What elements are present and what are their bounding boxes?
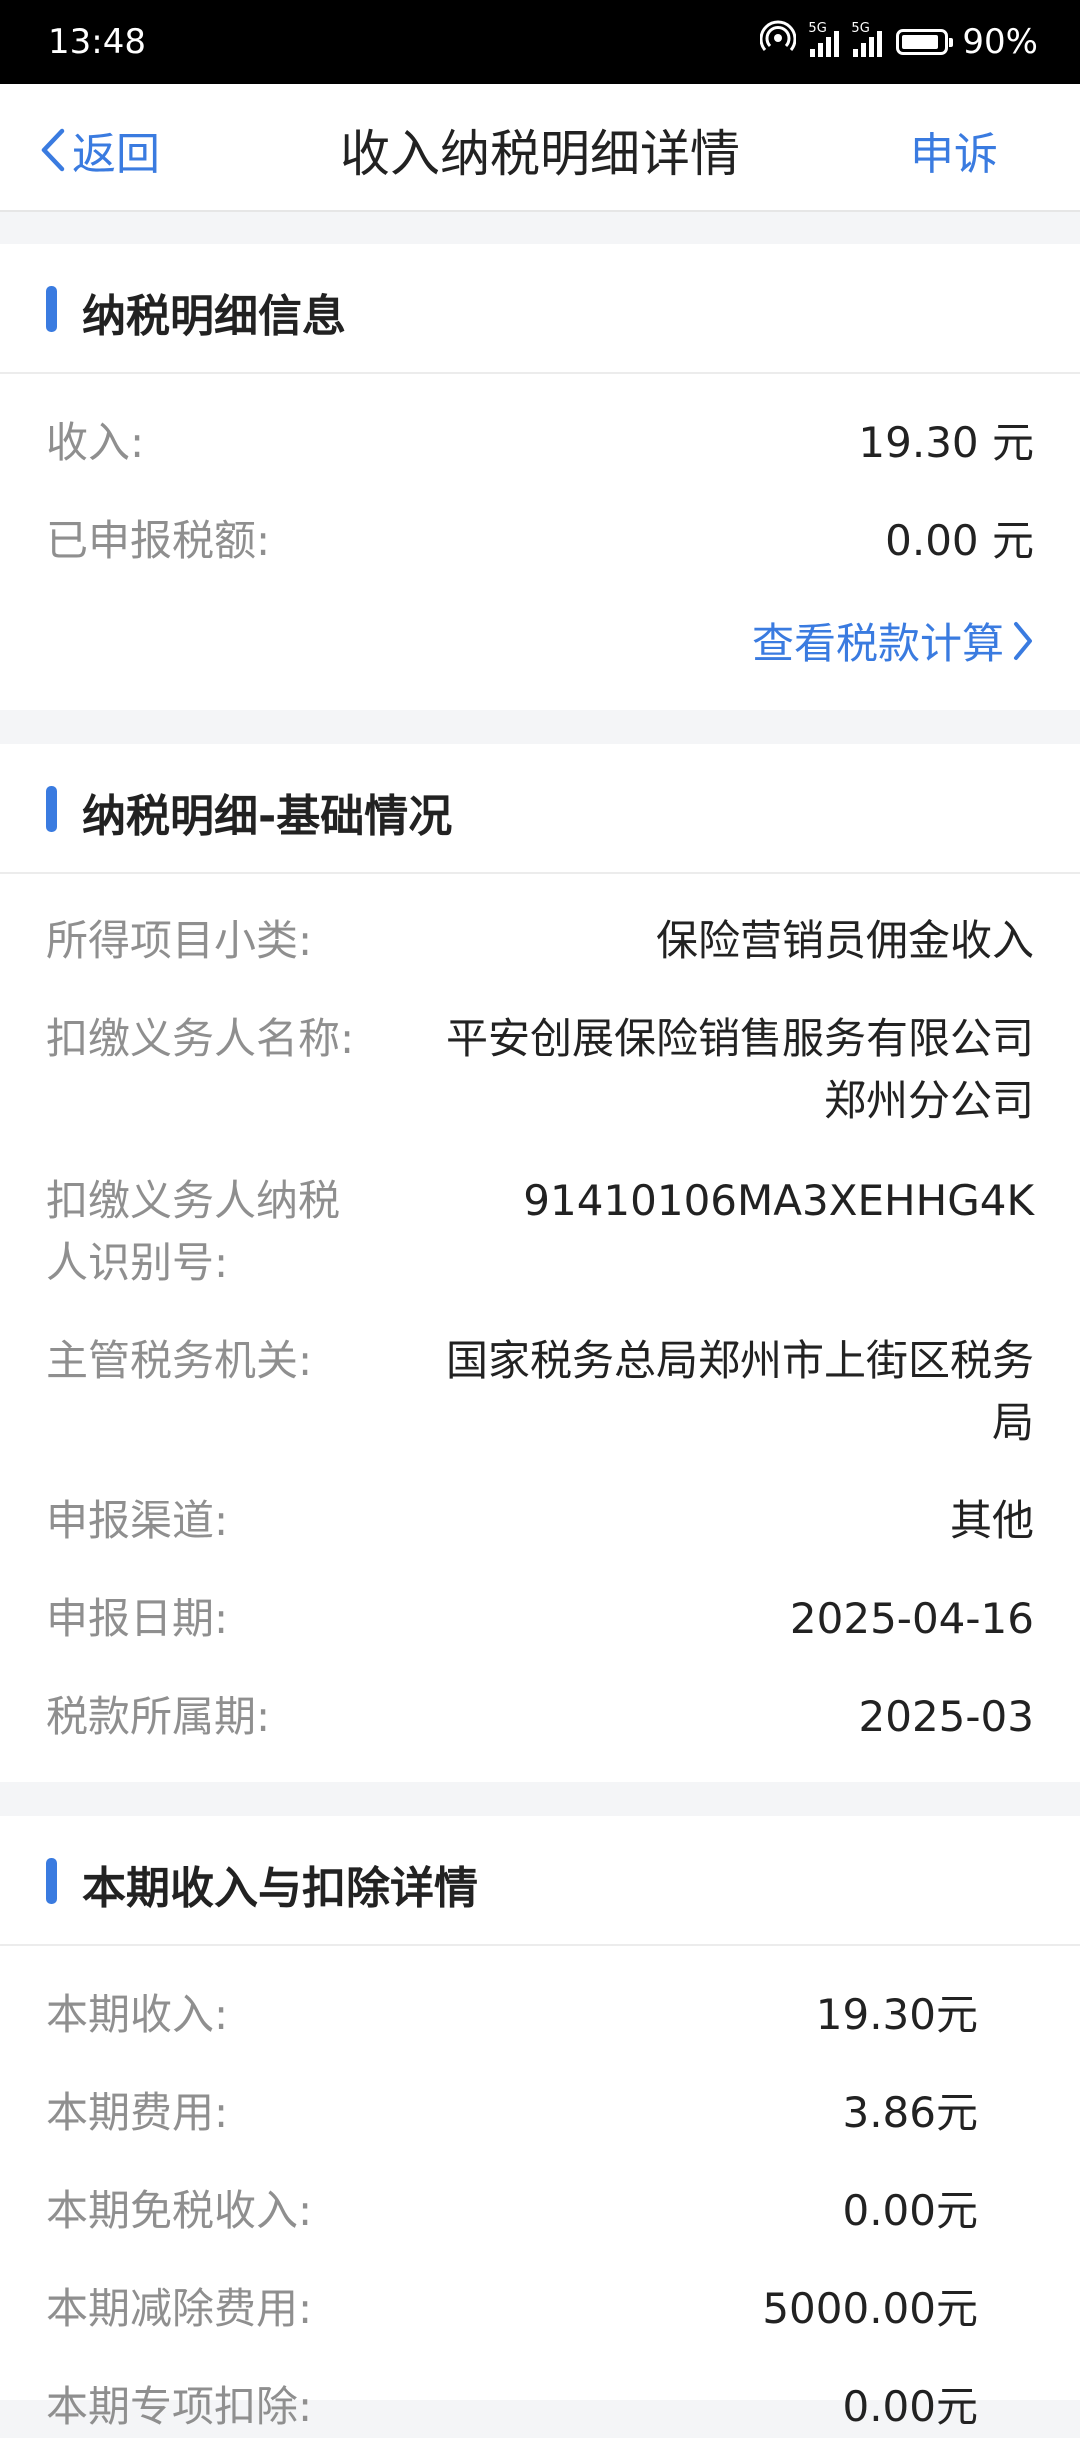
section-marker — [46, 786, 57, 832]
row-value: 91410106MA3XEHHG4K — [523, 1176, 1034, 1225]
section-title: 本期收入与扣除详情 — [82, 1863, 478, 1914]
battery-percent: 90% — [962, 22, 1038, 62]
row-value: 19.30元 — [815, 1990, 978, 2039]
row-value: 19.30 元 — [858, 418, 1034, 467]
section-marker — [46, 1858, 57, 1904]
row-label: 本期专项扣除: — [46, 2382, 313, 2431]
link-label: 查看税款计算 — [751, 619, 1004, 668]
row-label: 扣缴义务人纳税人识别号: — [46, 1176, 341, 1287]
section-marker — [46, 286, 57, 332]
signal-tag: 5G — [808, 21, 827, 36]
row-value: 2025-03 — [858, 1692, 1035, 1741]
row-value: 2025-04-16 — [789, 1594, 1034, 1643]
chevron-right-icon — [1014, 621, 1032, 660]
row-label: 所得项目小类: — [46, 916, 313, 965]
row-value: 平安创展保险销售服务有限公司郑州分公司 — [445, 1014, 1034, 1125]
row-label: 扣缴义务人名称: — [46, 1014, 355, 1063]
status-time: 13:48 — [48, 22, 146, 62]
tax-detail-card: 纳税明细信息 收入: 19.30 元 已申报税额: 0.00 元 查看税款计算 — [0, 244, 1080, 710]
status-bar: 13:48 5G 5G 90% — [0, 0, 1080, 84]
section-title: 纳税明细-基础情况 — [82, 791, 453, 842]
battery-icon — [896, 29, 954, 55]
row-label: 本期减除费用: — [46, 2284, 313, 2333]
section-title: 纳税明细信息 — [82, 291, 346, 342]
status-icons: 5G 5G 90% — [759, 20, 1038, 65]
view-tax-calculation-link[interactable]: 查看税款计算 — [752, 610, 1034, 671]
section-header: 纳税明细信息 — [0, 244, 1080, 374]
row-value: 国家税务总局郑州市上街区税务局 — [445, 1336, 1034, 1447]
row-value: 保险营销员佣金收入 — [655, 916, 1034, 965]
row-label: 主管税务机关: — [46, 1336, 313, 1385]
section-header: 本期收入与扣除详情 — [0, 1816, 1080, 1946]
row-value: 0.00元 — [842, 2382, 978, 2431]
row-label: 税款所属期: — [46, 1692, 271, 1741]
row-label: 已申报税额: — [46, 516, 271, 565]
row-value: 3.86元 — [842, 2088, 978, 2137]
basic-info-card: 纳税明细-基础情况 所得项目小类: 保险营销员佣金收入 扣缴义务人名称: 平安创… — [0, 744, 1080, 1782]
row-label: 收入: — [46, 418, 145, 467]
row-label: 申报日期: — [46, 1594, 229, 1643]
row-label: 本期免税收入: — [46, 2186, 313, 2235]
row-value: 5000.00元 — [762, 2284, 978, 2333]
row-label: 本期费用: — [46, 2088, 229, 2137]
hotspot-icon — [759, 20, 797, 65]
row-value: 0.00元 — [842, 2186, 978, 2235]
row-label: 本期收入: — [46, 1990, 229, 2039]
signal-icon: 5G — [808, 21, 840, 57]
nav-bar: 返回 收入纳税明细详情 申诉 — [0, 84, 1080, 212]
income-deduction-card: 本期收入与扣除详情 本期收入: 19.30元 本期费用: 3.86元 本期免税收… — [0, 1816, 1080, 2431]
signal-tag: 5G — [851, 21, 870, 36]
signal-icon: 5G — [851, 21, 883, 57]
row-value: 0.00 元 — [885, 516, 1034, 565]
section-header: 纳税明细-基础情况 — [0, 744, 1080, 874]
row-value: 其他 — [949, 1496, 1034, 1545]
appeal-button[interactable]: 申诉 — [910, 118, 998, 182]
row-label: 申报渠道: — [46, 1496, 229, 1545]
